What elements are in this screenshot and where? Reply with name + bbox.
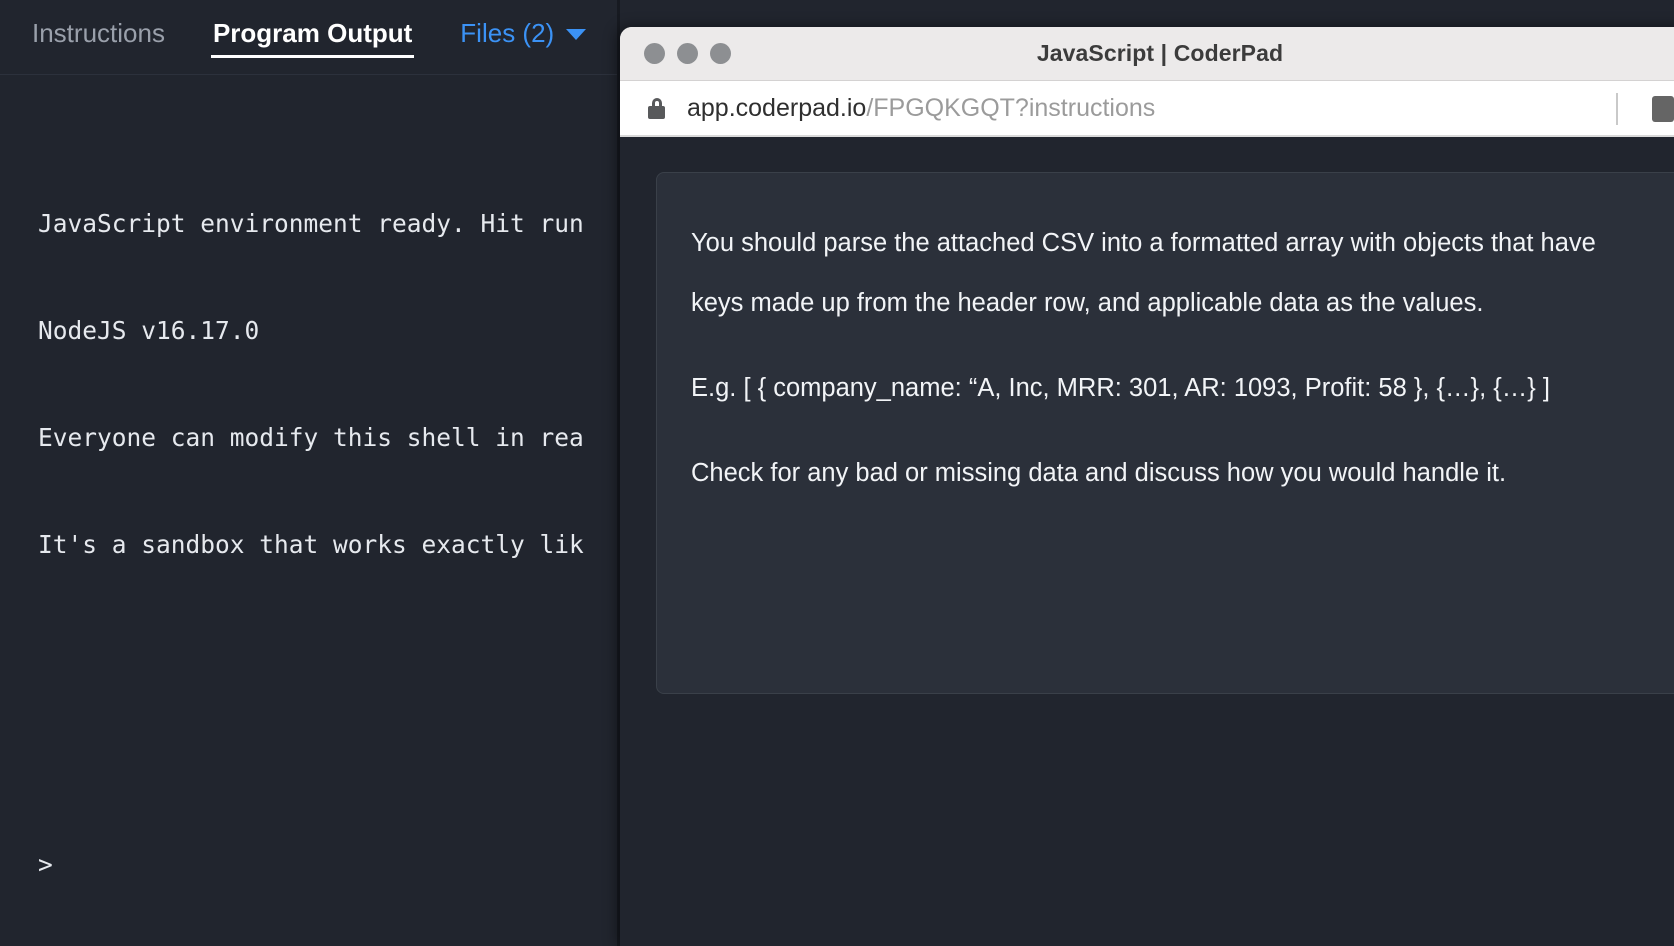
- tab-program-output[interactable]: Program Output: [211, 10, 414, 64]
- instructions-paragraph: You should parse the attached CSV into a…: [691, 213, 1653, 333]
- browser-titlebar[interactable]: JavaScript | CoderPad: [620, 27, 1674, 81]
- instructions-card: You should parse the attached CSV into a…: [656, 172, 1674, 694]
- tab-instructions[interactable]: Instructions: [30, 10, 167, 64]
- instructions-paragraph: E.g. [ { company_name: “A, Inc, MRR: 301…: [691, 358, 1653, 418]
- tab-files-label: Files (2): [460, 18, 554, 48]
- page-content: You should parse the attached CSV into a…: [620, 137, 1674, 946]
- browser-window-title: JavaScript | CoderPad: [620, 40, 1674, 67]
- lock-icon: [648, 98, 665, 119]
- paragraph-spacer: [691, 418, 1653, 443]
- tab-program-output-label: Program Output: [213, 18, 412, 48]
- address-bar-divider: [1616, 93, 1618, 125]
- url-path: /FPGQKGQT?instructions: [866, 94, 1155, 122]
- address-bar-url[interactable]: app.coderpad.io/FPGQKGQT?instructions: [687, 94, 1155, 123]
- chevron-down-icon[interactable]: [566, 29, 586, 40]
- tab-instructions-label: Instructions: [32, 18, 165, 48]
- browser-address-bar[interactable]: app.coderpad.io/FPGQKGQT?instructions: [620, 81, 1674, 137]
- browser-window[interactable]: JavaScript | CoderPad app.coderpad.io/FP…: [620, 27, 1674, 946]
- instructions-paragraph: Check for any bad or missing data and di…: [691, 443, 1653, 503]
- paragraph-spacer: [691, 333, 1653, 358]
- extensions-icon[interactable]: [1652, 96, 1674, 122]
- screen: Instructions Program Output Files (2) Ja…: [0, 0, 1674, 946]
- tab-files[interactable]: Files (2): [458, 10, 588, 64]
- url-host: app.coderpad.io: [687, 94, 866, 122]
